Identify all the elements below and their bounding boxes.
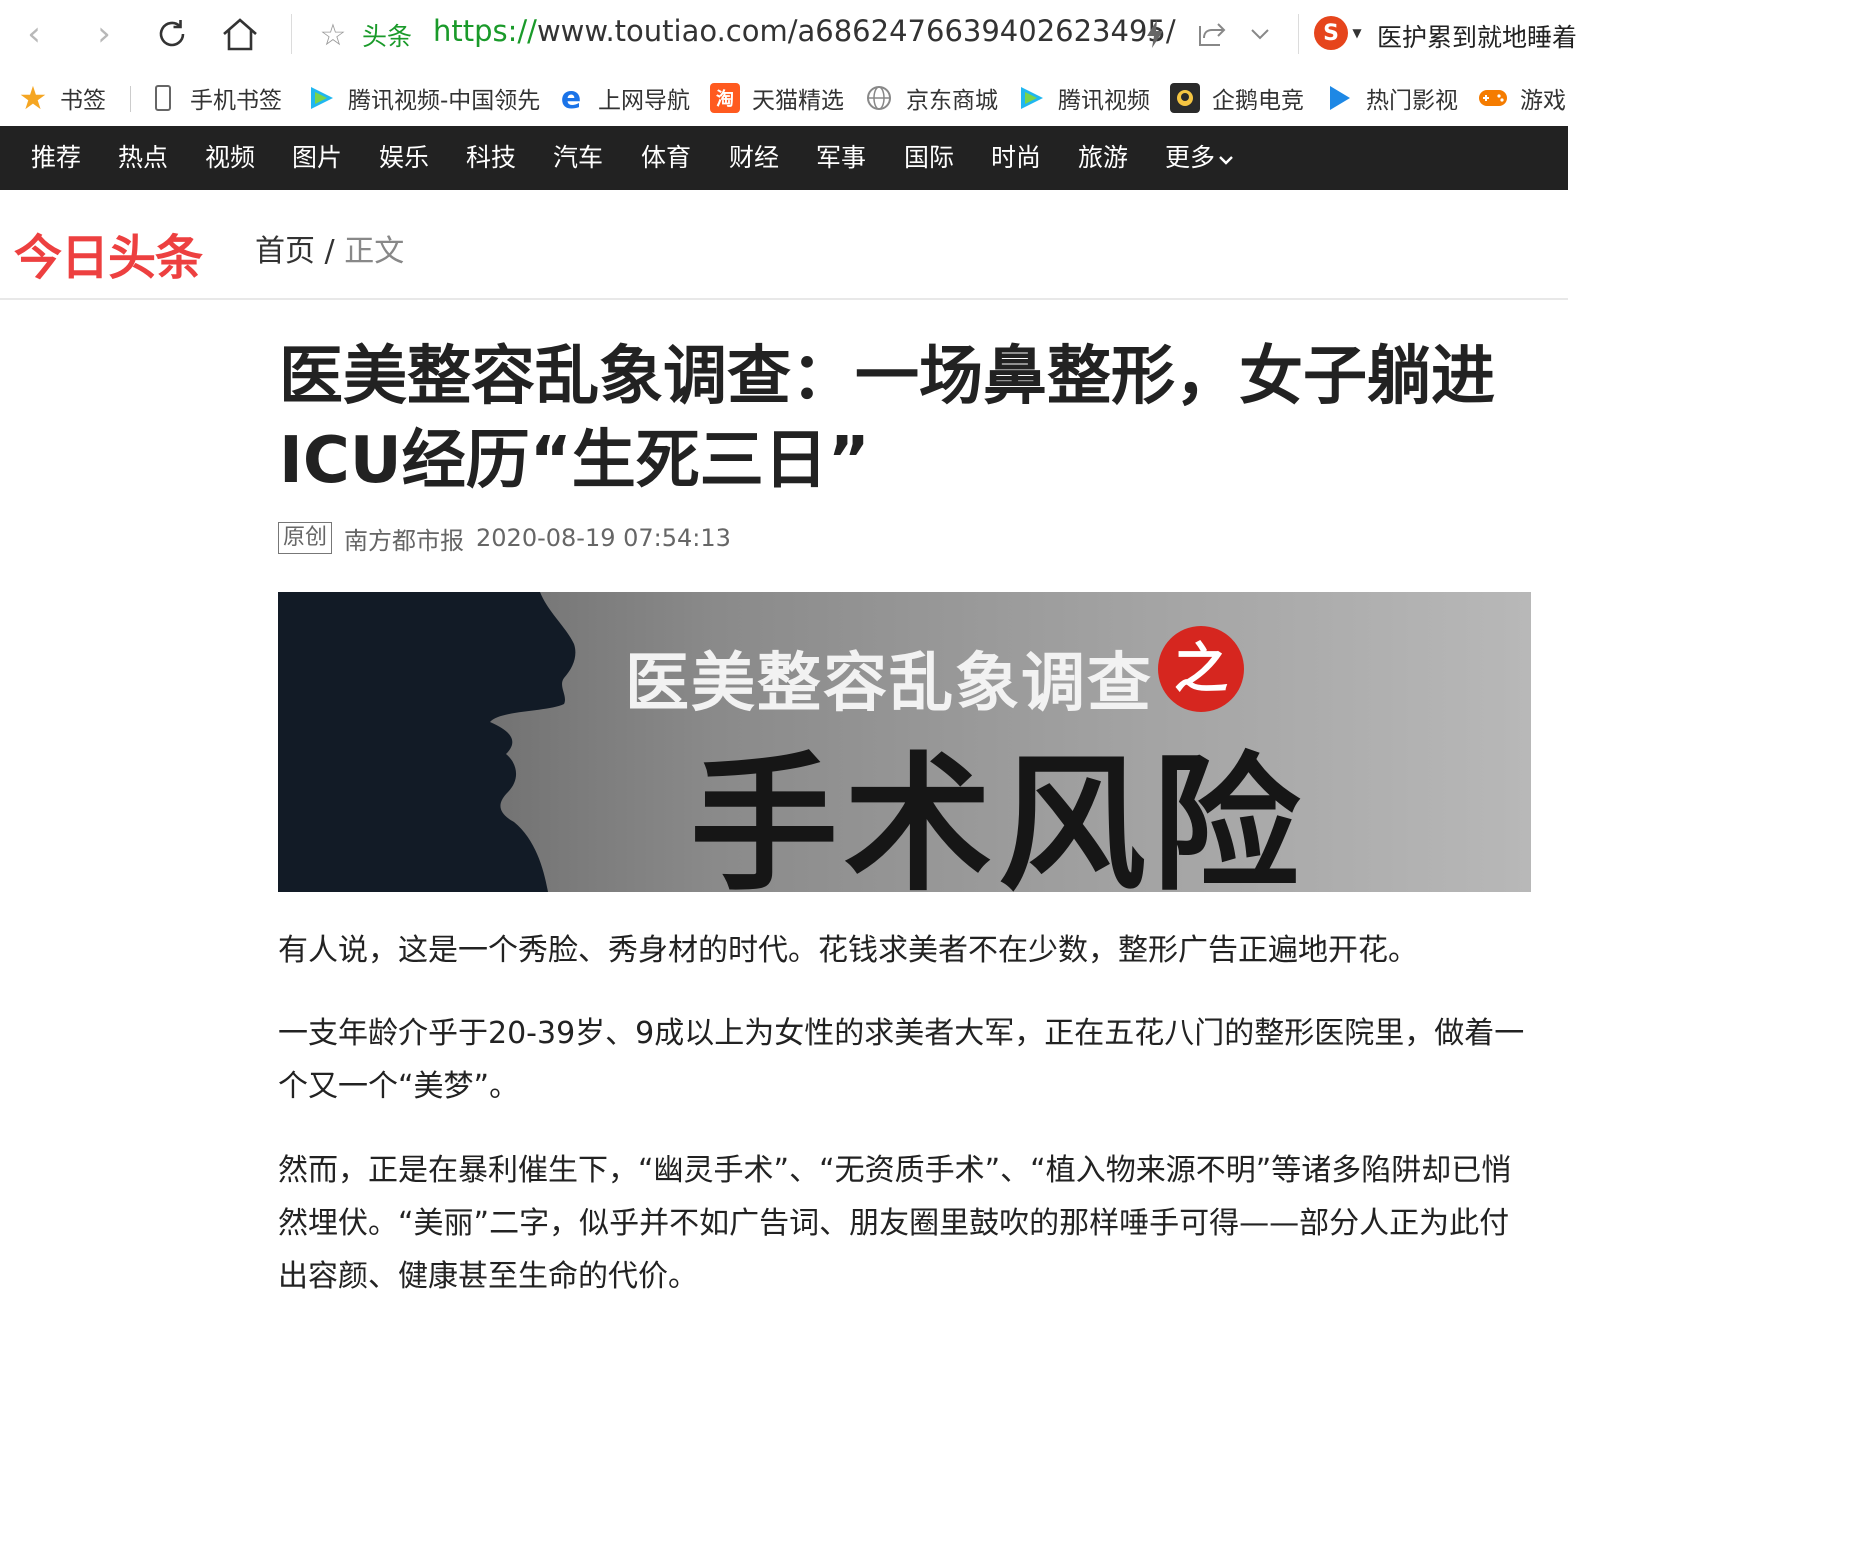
bookmark-label: 书签 xyxy=(60,88,106,114)
bookmark-tencent-video-1[interactable]: 腾讯视频-中国领先 xyxy=(306,80,540,116)
banner-headline: 手术风险 xyxy=(690,739,1306,892)
channel-recommend[interactable]: 推荐 xyxy=(31,126,81,190)
sogou-search-icon[interactable]: S xyxy=(1314,16,1348,50)
bookmark-bookmarks[interactable]: ★ 书签 xyxy=(18,79,106,117)
bookmark-games[interactable]: 游戏 xyxy=(1478,80,1566,116)
play-icon xyxy=(1324,83,1354,113)
channel-more-label: 更多 xyxy=(1165,143,1216,172)
article-meta: 原创 南方都市报 2020-08-19 07:54:13 xyxy=(278,520,731,556)
toutiao-logo[interactable]: 今日头条 xyxy=(14,218,203,288)
channel-travel[interactable]: 旅游 xyxy=(1078,126,1128,190)
chevron-down-icon xyxy=(1219,156,1233,165)
bookmarks-bar: ★ 书签 手机书签 腾讯视频-中国领先 e 上网导航 淘 天猫精选 京东商城 腾… xyxy=(0,72,1568,124)
chevron-down-icon[interactable] xyxy=(1246,20,1274,48)
bookmark-star-icon[interactable]: ☆ xyxy=(314,16,352,54)
bookmark-label: 上网导航 xyxy=(598,88,690,114)
channel-hot[interactable]: 热点 xyxy=(118,126,168,190)
bookmark-tmall[interactable]: 淘 天猫精选 xyxy=(710,80,844,116)
ie-icon: e xyxy=(560,80,582,116)
article-paragraph: 然而，正是在暴利催生下，“幽灵手术”、“无资质手术”、“植入物来源不明”等诸多陷… xyxy=(278,1153,1512,1294)
bookmark-label: 手机书签 xyxy=(190,88,282,114)
channel-tech[interactable]: 科技 xyxy=(466,126,516,190)
site-header: 今日头条 首页 / 正文 xyxy=(0,190,1568,300)
globe-icon xyxy=(864,83,894,113)
penguin-esports-icon xyxy=(1170,83,1200,113)
search-box[interactable]: 医护累到就地睡着 xyxy=(1377,18,1577,54)
bookmark-jd[interactable]: 京东商城 xyxy=(864,80,998,116)
share-icon[interactable] xyxy=(1194,16,1228,52)
tmall-icon: 淘 xyxy=(710,83,740,113)
article-title: 医美整容乱象调查：一场鼻整形，女子躺进ICU经历“生死三日” xyxy=(279,340,1495,498)
url-scheme: https:// xyxy=(433,14,537,48)
breadcrumb-separator: / xyxy=(324,234,335,269)
breadcrumb-home[interactable]: 首页 xyxy=(255,234,315,269)
article-banner-image: 医美整容乱象调查 之 手术风险 xyxy=(278,592,1531,892)
bookmark-mobile[interactable]: 手机书签 xyxy=(148,80,282,116)
bookmark-label: 腾讯视频 xyxy=(1058,88,1150,114)
bookmark-divider xyxy=(130,86,131,112)
bookmark-tencent-video-2[interactable]: 腾讯视频 xyxy=(1016,80,1150,116)
toolbar-divider xyxy=(291,14,292,54)
caret-down-icon[interactable]: ▼ xyxy=(1350,26,1364,40)
breadcrumb-current: 正文 xyxy=(344,234,405,269)
reload-icon[interactable] xyxy=(150,12,194,56)
bookmark-hot-movies[interactable]: 热门影视 xyxy=(1324,80,1458,116)
banner-badge: 之 xyxy=(1158,626,1244,712)
channel-auto[interactable]: 汽车 xyxy=(553,126,603,190)
gamepad-icon xyxy=(1478,83,1508,113)
browser-toolbar: ‹ › ☆ 头条 https://www.toutiao.com/a686247… xyxy=(0,0,1577,68)
article-paragraph: 有人说，这是一个秀脸、秀身材的时代。花钱求美者不在少数，整形广告正遍地开花。 xyxy=(278,933,1418,968)
channel-nav: 推荐 热点 视频 图片 娱乐 科技 汽车 体育 财经 军事 国际 时尚 旅游 更… xyxy=(0,126,1568,190)
tencent-video-icon xyxy=(1016,83,1046,113)
bookmark-label: 企鹅电竞 xyxy=(1212,88,1304,114)
lightning-icon[interactable] xyxy=(1140,16,1170,52)
channel-entertainment[interactable]: 娱乐 xyxy=(379,126,429,190)
channel-military[interactable]: 军事 xyxy=(816,126,866,190)
star-icon: ★ xyxy=(18,79,48,117)
breadcrumb: 首页 / 正文 xyxy=(255,226,404,270)
toolbar-divider xyxy=(1298,14,1299,54)
bookmark-label: 天猫精选 xyxy=(752,88,844,114)
home-icon[interactable] xyxy=(218,12,262,56)
bookmark-label: 腾讯视频-中国领先 xyxy=(348,88,541,114)
channel-video[interactable]: 视频 xyxy=(205,126,255,190)
forward-icon[interactable]: › xyxy=(84,14,124,54)
channel-more[interactable]: 更多 xyxy=(1165,126,1234,190)
url-path: www.toutiao.com/a6862476639402623495/ xyxy=(536,14,1176,48)
back-icon[interactable]: ‹ xyxy=(14,14,54,54)
publish-time: 2020-08-19 07:54:13 xyxy=(476,524,731,552)
bookmark-penguin-esports[interactable]: 企鹅电竞 xyxy=(1170,80,1304,116)
channel-fashion[interactable]: 时尚 xyxy=(991,126,1041,190)
bookmark-label: 热门影视 xyxy=(1366,88,1458,114)
bookmark-nav[interactable]: e 上网导航 xyxy=(556,80,690,116)
channel-sports[interactable]: 体育 xyxy=(641,126,691,190)
bookmark-label: 京东商城 xyxy=(906,88,998,114)
original-badge: 原创 xyxy=(278,522,333,554)
bookmark-label: 游戏 xyxy=(1520,88,1566,114)
channel-images[interactable]: 图片 xyxy=(292,126,342,190)
tencent-video-icon xyxy=(306,83,336,113)
article-source[interactable]: 南方都市报 xyxy=(344,521,464,556)
phone-icon xyxy=(148,83,178,113)
article-paragraph: 一支年龄介乎于20-39岁、9成以上为女性的求美者大军，正在五花八门的整形医院里… xyxy=(278,1016,1525,1104)
channel-finance[interactable]: 财经 xyxy=(729,126,779,190)
address-bar[interactable]: https://www.toutiao.com/a686247663940262… xyxy=(433,14,1176,48)
channel-international[interactable]: 国际 xyxy=(904,126,954,190)
site-name-label: 头条 xyxy=(362,22,413,51)
